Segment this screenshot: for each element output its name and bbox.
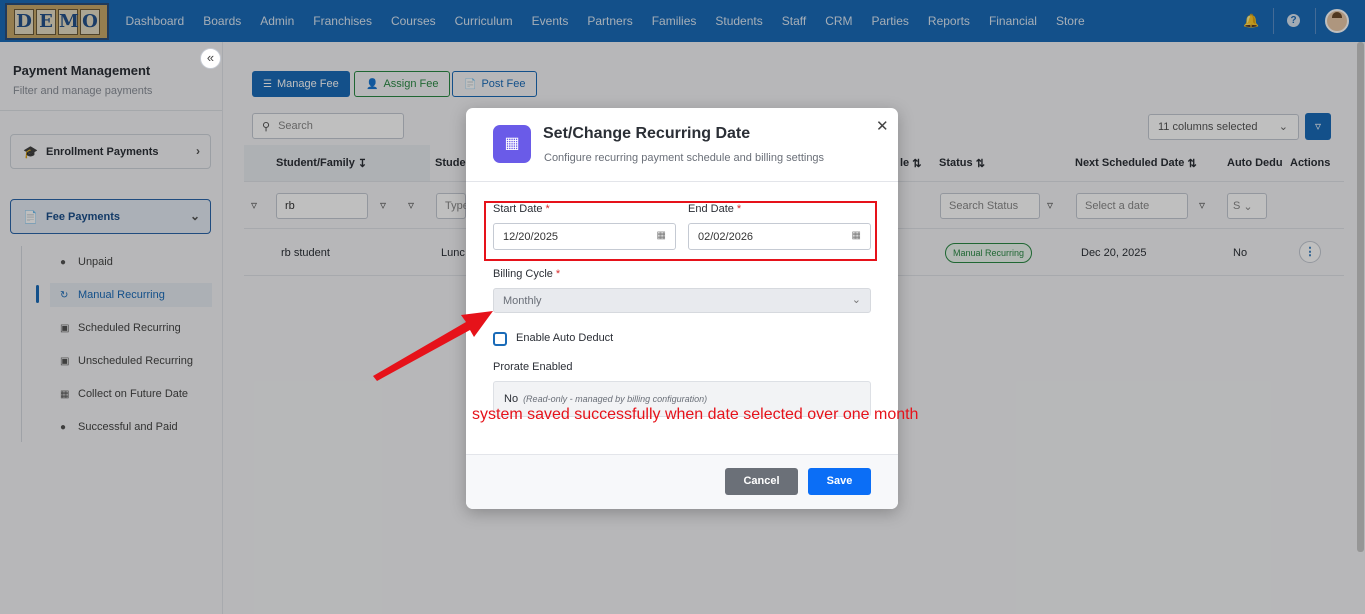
billing-cycle-select: Monthly ⌄ (493, 288, 871, 313)
prorate-label: Prorate Enabled (493, 361, 573, 373)
modal-subtitle: Configure recurring payment schedule and… (544, 152, 825, 164)
highlight-box (484, 201, 877, 261)
select-value: Monthly (503, 294, 542, 307)
close-icon[interactable]: ✕ (876, 117, 889, 135)
calendar-icon: ▦ (493, 125, 531, 163)
recurring-date-modal: ▦ Set/Change Recurring Date Configure re… (466, 108, 918, 509)
field-value: No (504, 393, 519, 405)
annotation-text: system saved successfully when date sele… (472, 406, 919, 423)
modal-title: Set/Change Recurring Date (543, 125, 751, 142)
collapse-sidebar-button[interactable]: « (200, 48, 221, 69)
save-button[interactable]: Save (808, 468, 871, 495)
auto-deduct-label[interactable]: Enable Auto Deduct (516, 332, 613, 344)
modal-footer: Cancel Save (466, 454, 898, 509)
cancel-button[interactable]: Cancel (725, 468, 798, 495)
field-note: (Read-only - managed by billing configur… (523, 394, 708, 404)
divider (466, 181, 898, 182)
chevron-down-icon: ⌄ (851, 294, 861, 306)
label-text: Billing Cycle (493, 268, 553, 280)
required-asterisk: * (555, 268, 561, 280)
billing-cycle-label: Billing Cycle * (493, 268, 560, 280)
auto-deduct-checkbox[interactable] (493, 332, 507, 346)
